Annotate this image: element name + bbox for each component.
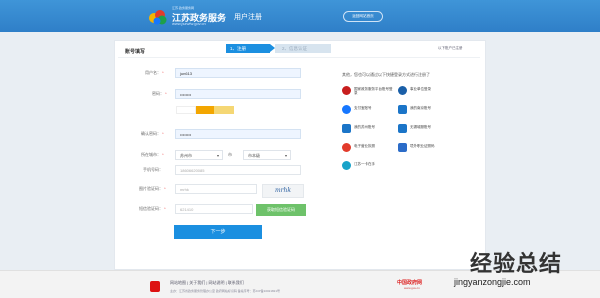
- alt-login-title: 其他，您也可以通过以下快捷登录方式进行注册了: [342, 72, 430, 77]
- sms-input[interactable]: 621410: [175, 204, 253, 214]
- divider: [118, 57, 480, 58]
- watermark-en: jingyanzongjie.com: [454, 277, 531, 287]
- password-input[interactable]: ••••••••: [175, 89, 301, 99]
- shield-icon: [342, 161, 351, 170]
- watermark-cn: 经验总结: [470, 251, 563, 276]
- city-select[interactable]: 苏州市 ▾: [175, 150, 223, 160]
- username-label: 用户名： *: [145, 70, 164, 75]
- district-select[interactable]: 市本级 ▾: [243, 150, 291, 160]
- section-title: 账号填写: [125, 49, 146, 55]
- city-separator: 市: [228, 152, 232, 157]
- logo-icon: [149, 10, 167, 25]
- nanjing-icon: [398, 105, 407, 114]
- sms-label: 短信验证码： *: [139, 206, 166, 211]
- gov-url: www.gov.cn: [404, 286, 420, 290]
- cert-icon: [398, 143, 407, 152]
- page-title: 用户注册: [234, 14, 262, 21]
- username-input[interactable]: jun613: [175, 68, 301, 78]
- emblem-icon: [342, 86, 351, 95]
- header-bar: [0, 0, 600, 32]
- wuxi-icon: [398, 124, 407, 133]
- login-hint[interactable]: 以下账户已注册: [438, 46, 463, 51]
- next-button[interactable]: 下一步: [174, 225, 262, 239]
- license-icon: [342, 143, 351, 152]
- password-label: 密码： *: [152, 91, 167, 96]
- phone-input[interactable]: 18606620085: [175, 165, 301, 175]
- confirm-password-input[interactable]: ••••••••: [175, 129, 301, 139]
- alt-login-gov[interactable]: 国家政务服务平台账号登录: [342, 86, 398, 96]
- logo-tagline: 江苏·政务服务网: [172, 6, 194, 10]
- home-button[interactable]: 返回网站首页: [343, 11, 383, 22]
- step-1: 1、注册: [230, 46, 247, 51]
- site-url: www.jszwfw.gov.cn: [172, 21, 206, 26]
- city-label: 所在城市： *: [141, 152, 164, 157]
- step-2: 2、信息认证: [282, 46, 308, 51]
- footer-copyright: 主办：江苏省政务服务管理办公室 政府网站标识码 备案序号：苏ICP备100218…: [170, 289, 281, 293]
- building-icon: [398, 86, 407, 95]
- captcha-input[interactable]: mrhk: [175, 184, 257, 194]
- gov-logo[interactable]: 中国政府网: [397, 279, 422, 286]
- confirm-label: 确认密码： *: [141, 131, 164, 136]
- get-sms-code-button[interactable]: 获取短信验证码: [256, 204, 306, 216]
- suzhou-icon: [342, 124, 351, 133]
- emblem-icon: [150, 281, 160, 292]
- alipay-icon: [342, 105, 351, 114]
- captcha-image[interactable]: mrhk: [262, 184, 304, 198]
- footer-links[interactable]: 网站地图 | 关于我们 | 网站说明 | 联系我们: [170, 280, 244, 286]
- phone-label: 手机号码：: [143, 167, 163, 172]
- captcha-label: 图片验证码： *: [139, 186, 166, 191]
